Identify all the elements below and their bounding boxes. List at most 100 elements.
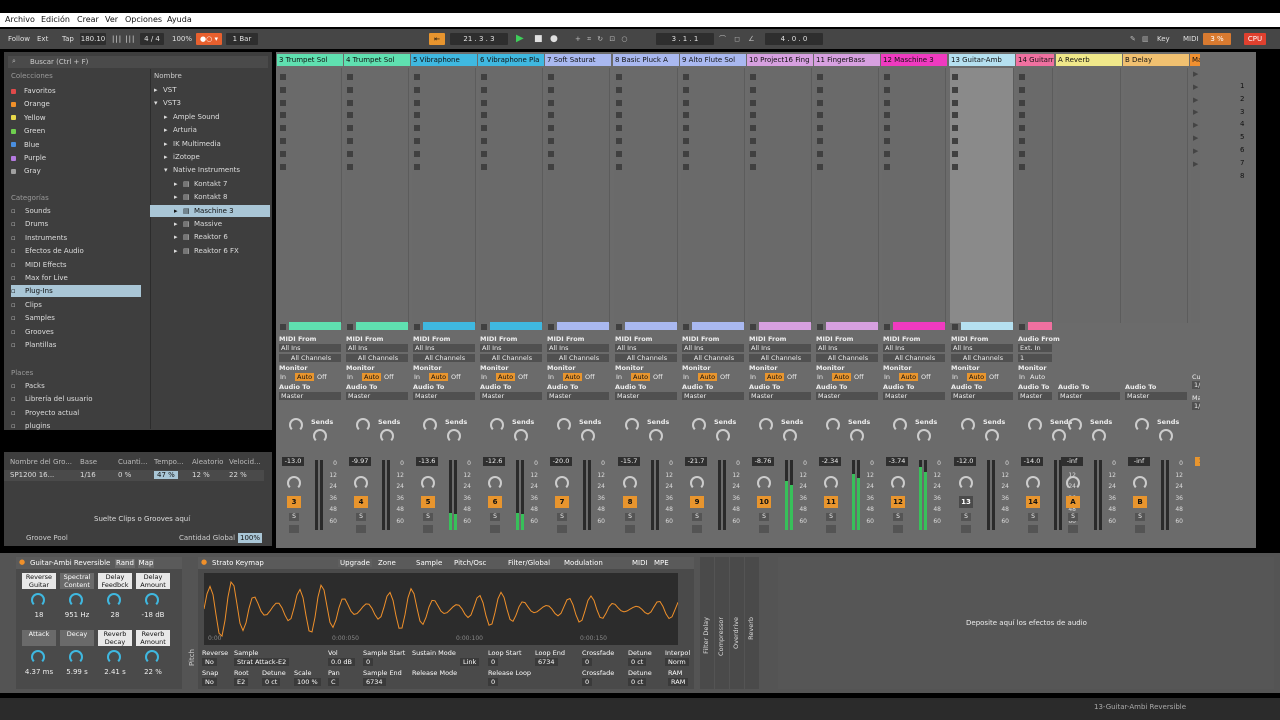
- place-item[interactable]: ▫ Proyecto actual: [11, 407, 141, 419]
- track-activator[interactable]: 13: [959, 496, 973, 508]
- input-type-select[interactable]: All Ins: [682, 344, 744, 352]
- track-header[interactable]: A Reverb: [1056, 54, 1122, 66]
- arm-button[interactable]: [356, 525, 366, 533]
- category-item[interactable]: ▫ Plantillas: [11, 339, 141, 351]
- tree-item[interactable]: ▸ ▤ Kontakt 8: [174, 191, 284, 203]
- macro-name-button[interactable]: Reverb Amount: [136, 630, 170, 646]
- scene-launch-icon[interactable]: ▶: [1193, 83, 1198, 91]
- monitor-in[interactable]: In: [414, 373, 420, 381]
- clip-stop-button[interactable]: [952, 125, 958, 132]
- send-a-knob[interactable]: [893, 418, 907, 432]
- stop-button[interactable]: [481, 324, 487, 330]
- tab-midi[interactable]: MIDI: [632, 559, 648, 567]
- category-item[interactable]: ▫ Instruments: [11, 232, 141, 244]
- volume-value[interactable]: -15.7: [618, 457, 640, 466]
- collection-item[interactable]: Orange: [11, 98, 141, 110]
- time-signature[interactable]: 4 / 4: [140, 33, 164, 45]
- clip-stop-button[interactable]: [481, 125, 487, 132]
- expand-arrow-icon[interactable]: ▸: [174, 245, 183, 257]
- stop-button[interactable]: [280, 324, 286, 330]
- clip-stop-button[interactable]: [750, 163, 756, 170]
- nudge-icon[interactable]: ||| |||: [112, 33, 135, 45]
- pan-knob[interactable]: [824, 476, 838, 490]
- zoom-value[interactable]: 100%: [172, 33, 192, 45]
- loop-length[interactable]: 4 . 0 . 0: [765, 33, 823, 45]
- scene-launch-icon[interactable]: ▶: [1193, 70, 1198, 78]
- clip-stop-button[interactable]: [616, 99, 622, 106]
- input-type-select[interactable]: All Ins: [413, 344, 475, 352]
- output-select[interactable]: Master: [346, 392, 408, 400]
- macro-name-button[interactable]: Delay Feedbck: [98, 573, 132, 589]
- send-b-knob[interactable]: [313, 429, 327, 443]
- solo-button[interactable]: S: [1068, 513, 1078, 521]
- monitor-off[interactable]: Off: [854, 373, 864, 381]
- solo-button[interactable]: S: [1028, 513, 1038, 521]
- clip-stop-button[interactable]: [616, 125, 622, 132]
- clip-stop-button[interactable]: [481, 138, 487, 144]
- clip-stop-button[interactable]: [616, 112, 622, 119]
- monitor-auto[interactable]: Auto: [295, 373, 315, 381]
- clip-stop-button[interactable]: [817, 138, 823, 144]
- send-b-knob[interactable]: [1159, 429, 1173, 443]
- send-a-knob[interactable]: [1135, 418, 1149, 432]
- category-item[interactable]: ▫ Samples: [11, 312, 141, 324]
- monitor-in[interactable]: In: [750, 373, 756, 381]
- monitor-in[interactable]: In: [347, 373, 353, 381]
- send-a-knob[interactable]: [1028, 418, 1042, 432]
- arm-button[interactable]: [557, 525, 567, 533]
- monitor-off[interactable]: Off: [585, 373, 595, 381]
- clip-stop-button[interactable]: [683, 112, 689, 119]
- volume-value[interactable]: -12.0: [954, 457, 976, 466]
- track-activator[interactable]: 8: [623, 496, 637, 508]
- send-b-knob[interactable]: [783, 429, 797, 443]
- input-channel-select[interactable]: All Channels: [346, 354, 408, 362]
- clip-stop-button[interactable]: [280, 125, 286, 132]
- quantize-select[interactable]: 1 Bar: [226, 33, 258, 45]
- arm-button[interactable]: [893, 525, 903, 533]
- clip-stop-button[interactable]: [548, 99, 554, 106]
- input-channel-select[interactable]: All Channels: [883, 354, 945, 362]
- macro-knob[interactable]: [145, 593, 159, 607]
- expand-arrow-icon[interactable]: ▸: [174, 191, 183, 203]
- menu-ayuda[interactable]: Ayuda: [167, 15, 192, 24]
- tree-item[interactable]: ▾ Native Instruments: [164, 164, 274, 176]
- key-map-button[interactable]: Key: [1157, 33, 1170, 45]
- pan-knob[interactable]: [623, 476, 637, 490]
- fx-device-collapsed[interactable]: Compressor: [715, 557, 729, 689]
- monitor-auto[interactable]: Auto: [429, 373, 449, 381]
- input-channel-select[interactable]: All Channels: [547, 354, 609, 362]
- category-item[interactable]: ▫ Clips: [11, 299, 141, 311]
- scene-launch-icon[interactable]: ▶: [1193, 134, 1198, 142]
- category-item[interactable]: ▫ Sounds: [11, 205, 141, 217]
- loop-icons[interactable]: ⌒ ◻ ∠: [719, 33, 758, 45]
- clip-stop-button[interactable]: [616, 150, 622, 157]
- clip-stop-button[interactable]: [1019, 74, 1025, 80]
- solo-button[interactable]: S: [423, 513, 433, 521]
- loop-start[interactable]: 3 . 1 . 1: [656, 33, 714, 45]
- scene-number[interactable]: 2: [1240, 95, 1244, 103]
- input-channel-select[interactable]: All Channels: [413, 354, 475, 362]
- param-value[interactable]: 0 ct: [628, 678, 647, 686]
- solo-button[interactable]: S: [893, 513, 903, 521]
- monitor-auto[interactable]: Auto: [967, 373, 987, 381]
- clip-stop-button[interactable]: [750, 86, 756, 93]
- clip-stop-button[interactable]: [616, 74, 622, 80]
- clip-stop-button[interactable]: [347, 86, 353, 93]
- track-header[interactable]: 8 Basic Pluck A: [613, 54, 679, 66]
- pan-knob[interactable]: [1066, 476, 1080, 490]
- param-value[interactable]: RAM: [668, 678, 689, 686]
- param-value[interactable]: 0.0 dB: [328, 658, 355, 666]
- clip-stop-button[interactable]: [1019, 112, 1025, 119]
- macro-knob[interactable]: [107, 650, 121, 664]
- song-position[interactable]: 21 . 3 . 3: [450, 33, 508, 45]
- monitor-off[interactable]: Off: [921, 373, 931, 381]
- param-value[interactable]: No: [202, 678, 217, 686]
- expand-arrow-icon[interactable]: ▸: [164, 111, 173, 123]
- stop-button[interactable]: [347, 324, 353, 330]
- clip-stop-button[interactable]: [952, 163, 958, 170]
- clip-stop-button[interactable]: [817, 112, 823, 119]
- arm-button[interactable]: [423, 525, 433, 533]
- monitor-off[interactable]: Off: [653, 373, 663, 381]
- input-channel-select[interactable]: All Channels: [816, 354, 878, 362]
- clip-stop-button[interactable]: [884, 99, 890, 106]
